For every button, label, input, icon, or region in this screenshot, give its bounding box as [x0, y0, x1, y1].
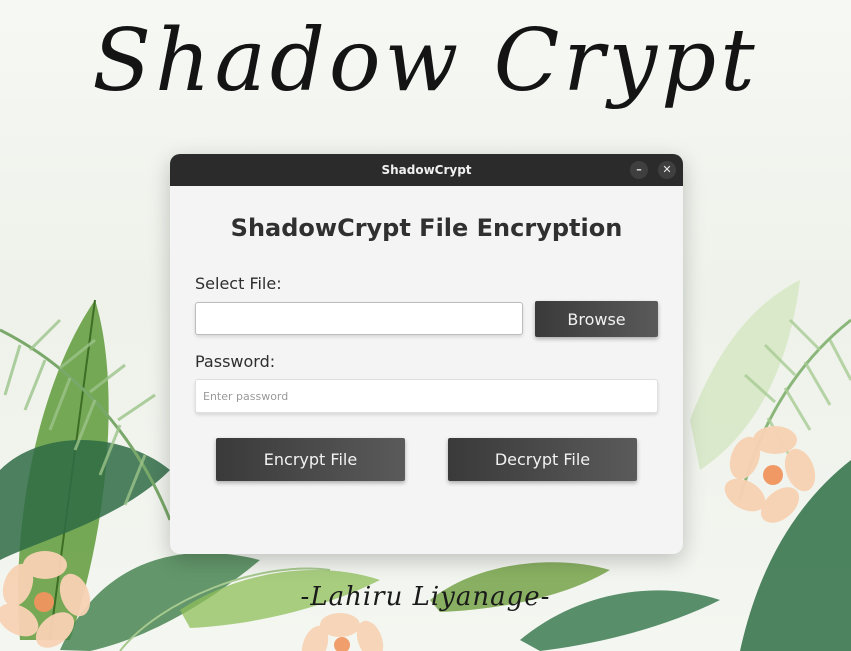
- window-title: ShadowCrypt: [381, 163, 472, 177]
- app-window: ShadowCrypt – ✕ ShadowCrypt File Encrypt…: [170, 154, 683, 554]
- close-button[interactable]: ✕: [658, 161, 676, 179]
- banner-title: Shadow Crypt: [92, 11, 759, 111]
- encrypt-file-button[interactable]: Encrypt File: [216, 438, 405, 481]
- app-heading: ShadowCrypt File Encryption: [230, 214, 623, 242]
- flower-bottom-center: [301, 613, 384, 651]
- minimize-button[interactable]: –: [630, 161, 648, 179]
- decrypt-file-button[interactable]: Decrypt File: [448, 438, 637, 481]
- password-label: Password:: [195, 352, 276, 371]
- window-titlebar[interactable]: ShadowCrypt – ✕: [170, 154, 683, 186]
- file-label: Select File:: [195, 274, 282, 293]
- author-signature: -Lahiru Liyanage-: [300, 582, 551, 612]
- password-input[interactable]: [195, 379, 658, 413]
- file-path-input[interactable]: [195, 302, 523, 335]
- browse-button[interactable]: Browse: [535, 301, 658, 337]
